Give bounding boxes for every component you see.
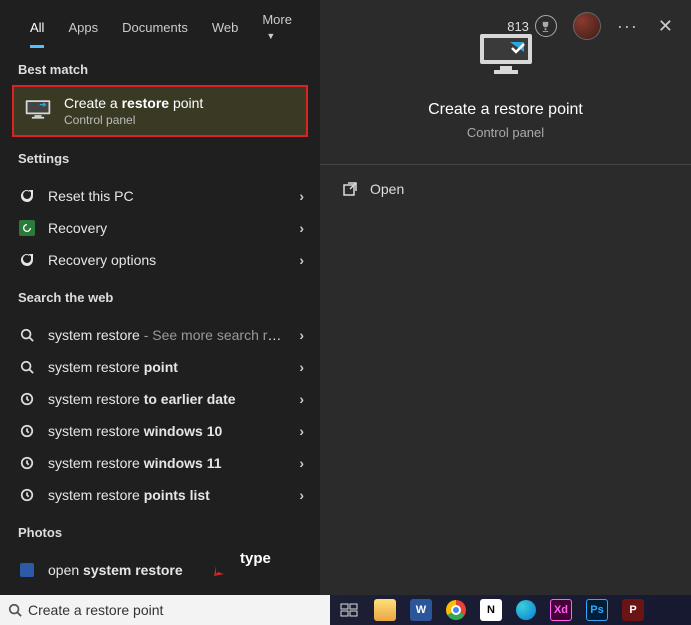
close-icon[interactable]: ✕: [654, 16, 677, 37]
chevron-right-icon: ›: [299, 455, 304, 471]
open-icon: [342, 181, 358, 197]
web-item[interactable]: system restore point ›: [0, 351, 320, 383]
tab-more[interactable]: More▼: [250, 2, 304, 54]
tab-web[interactable]: Web: [200, 10, 251, 47]
edge-icon[interactable]: [516, 600, 536, 620]
tab-apps[interactable]: Apps: [56, 10, 110, 47]
open-label: Open: [370, 181, 404, 197]
search-icon: [18, 328, 36, 342]
search-icon: [18, 360, 36, 374]
reset-icon: [18, 188, 36, 204]
section-photos: Photos: [0, 511, 320, 548]
web-item[interactable]: system restore windows 10 ›: [0, 415, 320, 447]
item-label: system restore windows 11: [48, 455, 287, 471]
word-icon[interactable]: W: [410, 599, 432, 621]
web-item[interactable]: system restore windows 11 ›: [0, 447, 320, 479]
taskview-icon[interactable]: [338, 599, 360, 621]
chevron-right-icon: ›: [299, 188, 304, 204]
section-web: Search the web: [0, 276, 320, 313]
preview-title: Create a restore point: [428, 101, 583, 119]
preview-subtitle: Control panel: [467, 125, 544, 140]
item-label: system restore to earlier date: [48, 391, 287, 407]
chevron-right-icon: ›: [299, 423, 304, 439]
clock-icon: [18, 488, 36, 502]
system-monitor-icon: [24, 98, 52, 125]
header-actions: 813 ··· ✕: [507, 12, 677, 40]
settings-list: Reset this PC › Recovery › Recovery opti…: [0, 180, 320, 276]
item-label: open system restore: [48, 562, 304, 578]
clock-icon: [18, 424, 36, 438]
results-left-column: All Apps Documents Web More▼ Best match …: [0, 0, 320, 595]
chevron-right-icon: ›: [299, 252, 304, 268]
taskbar: W N Xd Ps P: [330, 595, 691, 625]
open-action[interactable]: Open: [320, 165, 691, 213]
explorer-icon[interactable]: [374, 599, 396, 621]
web-item[interactable]: system restore to earlier date ›: [0, 383, 320, 415]
search-icon: [8, 603, 22, 617]
settings-item-recovery-options[interactable]: Recovery options ›: [0, 244, 320, 276]
tab-all[interactable]: All: [18, 10, 56, 47]
section-settings: Settings: [0, 137, 320, 174]
web-item[interactable]: system restore - See more search results…: [0, 319, 320, 351]
chrome-icon[interactable]: [446, 600, 466, 620]
user-avatar[interactable]: [573, 12, 601, 40]
web-list: system restore - See more search results…: [0, 319, 320, 511]
clock-icon: [18, 392, 36, 406]
item-label: system restore windows 10: [48, 423, 287, 439]
item-label: system restore - See more search results: [48, 327, 287, 343]
recovery-icon: [18, 220, 36, 236]
ps-icon[interactable]: Ps: [586, 599, 608, 621]
item-label: system restore points list: [48, 487, 287, 503]
clock-icon: [18, 456, 36, 470]
preview-panel: Create a restore point Control panel Ope…: [320, 0, 691, 595]
best-match-result[interactable]: Create a restore point Control panel: [12, 85, 308, 137]
xd-icon[interactable]: Xd: [550, 599, 572, 621]
p-icon[interactable]: P: [622, 599, 644, 621]
chevron-right-icon: ›: [299, 391, 304, 407]
recovery-options-icon: [18, 252, 36, 268]
filter-tabs: All Apps Documents Web More▼: [0, 0, 320, 48]
photo-icon: [18, 563, 36, 577]
search-results-panel: All Apps Documents Web More▼ Best match …: [0, 0, 691, 595]
item-label: Reset this PC: [48, 188, 287, 204]
item-label: system restore point: [48, 359, 287, 375]
best-match-text: Create a restore point Control panel: [64, 95, 203, 127]
tab-documents[interactable]: Documents: [110, 10, 200, 47]
rewards-points[interactable]: 813: [507, 15, 557, 37]
item-label: Recovery: [48, 220, 287, 236]
web-item[interactable]: system restore points list ›: [0, 479, 320, 511]
chevron-right-icon: ›: [299, 487, 304, 503]
settings-item-recovery[interactable]: Recovery ›: [0, 212, 320, 244]
item-label: Recovery options: [48, 252, 287, 268]
notion-icon[interactable]: N: [480, 599, 502, 621]
chevron-down-icon: ▼: [266, 31, 275, 41]
photo-item-open[interactable]: open system restore: [0, 554, 320, 586]
trophy-icon: [535, 15, 557, 37]
settings-item-reset[interactable]: Reset this PC ›: [0, 180, 320, 212]
points-value: 813: [507, 19, 529, 34]
chevron-right-icon: ›: [299, 220, 304, 236]
chevron-right-icon: ›: [299, 327, 304, 343]
taskbar-search[interactable]: [0, 595, 330, 625]
chevron-right-icon: ›: [299, 359, 304, 375]
more-options-icon[interactable]: ···: [617, 16, 638, 37]
search-input[interactable]: [28, 602, 322, 618]
